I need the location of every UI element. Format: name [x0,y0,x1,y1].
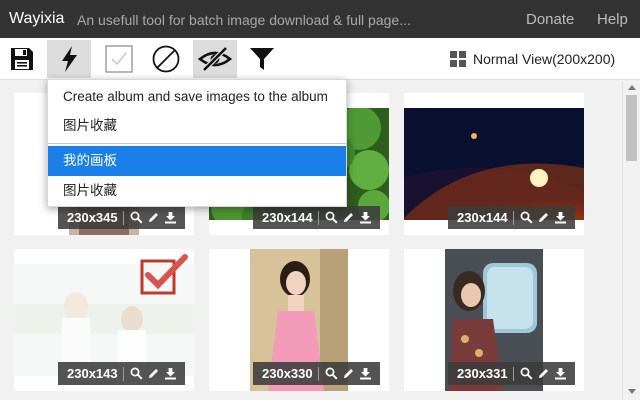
prohibited-icon [152,45,180,73]
image-info-bar: 230x143 [58,362,185,385]
pencil-icon[interactable] [340,209,357,226]
search-icon[interactable] [323,209,340,226]
funnel-icon [250,48,274,70]
view-mode-toggle[interactable]: Normal View(200x200) [450,49,615,69]
download-icon[interactable] [552,209,569,226]
toolbar: Normal View(200x200) [0,38,640,80]
image-info-bar: 230x345 [58,206,185,229]
download-icon[interactable] [357,209,374,226]
search-icon[interactable] [128,209,145,226]
search-icon[interactable] [128,365,145,382]
deselect-all-button[interactable] [144,40,188,78]
search-icon[interactable] [518,365,535,382]
brand-name: Wayixia [9,10,65,27]
menu-item-create-album[interactable]: Create album and save images to the albu… [48,82,346,112]
bar-divider [122,210,124,225]
floppy-disk-icon [11,48,33,70]
image-card[interactable]: 230x144 [404,93,584,235]
help-link[interactable]: Help [597,11,628,28]
menu-item-album[interactable]: 图片收藏 [48,176,346,206]
pencil-icon[interactable] [340,365,357,382]
scroll-up-arrow-icon[interactable] [628,85,636,90]
image-size-label: 230x345 [67,210,118,225]
app-window: Wayixia An usefull tool for batch image … [0,0,640,400]
app-tagline: An usefull tool for batch image download… [77,12,411,28]
pencil-icon[interactable] [535,365,552,382]
search-icon[interactable] [518,209,535,226]
menu-divider [48,143,346,144]
donate-link[interactable]: Donate [526,11,574,28]
download-icon[interactable] [162,209,179,226]
image-size-label: 230x144 [457,210,508,225]
hide-selected-button[interactable] [193,40,237,78]
quick-action-menu: Create album and save images to the albu… [47,79,347,207]
vertical-scrollbar[interactable] [622,81,640,400]
pencil-icon[interactable] [535,209,552,226]
image-card[interactable]: 230x143 [14,249,194,391]
search-icon[interactable] [323,365,340,382]
menu-item-album[interactable]: 图片收藏 [48,111,346,141]
checkbox-icon [105,45,133,73]
bar-divider [317,210,319,225]
image-size-label: 230x331 [457,366,508,381]
filter-button[interactable] [240,40,284,78]
image-size-label: 230x143 [67,366,118,381]
image-card[interactable]: 230x330 [209,249,389,391]
view-mode-label: Normal View(200x200) [473,51,616,67]
bar-divider [512,210,514,225]
image-info-bar: 230x144 [253,206,380,229]
menu-item-my-board[interactable]: 我的画板 [48,146,346,176]
bar-divider [122,366,124,381]
image-info-bar: 230x330 [253,362,380,385]
grid-icon [450,51,466,67]
image-info-bar: 230x331 [448,362,575,385]
pencil-icon[interactable] [145,365,162,382]
image-card[interactable]: 230x331 [404,249,584,391]
selected-checkmark-icon[interactable] [140,253,188,300]
image-size-label: 230x144 [262,210,313,225]
download-icon[interactable] [552,365,569,382]
bar-divider [317,366,319,381]
download-icon[interactable] [162,365,179,382]
pencil-icon[interactable] [145,209,162,226]
scroll-down-arrow-icon[interactable] [628,389,636,394]
header-bar: Wayixia An usefull tool for batch image … [0,0,640,38]
scrollbar-thumb[interactable] [626,95,637,161]
eye-slash-icon [198,46,232,72]
lightning-bolt-icon [62,46,77,72]
quick-action-button[interactable] [47,40,91,78]
save-button[interactable] [0,40,44,78]
download-icon[interactable] [357,365,374,382]
image-info-bar: 230x144 [448,206,575,229]
select-all-button[interactable] [97,40,141,78]
image-thumbnail[interactable] [404,108,584,220]
image-size-label: 230x330 [262,366,313,381]
bar-divider [512,366,514,381]
